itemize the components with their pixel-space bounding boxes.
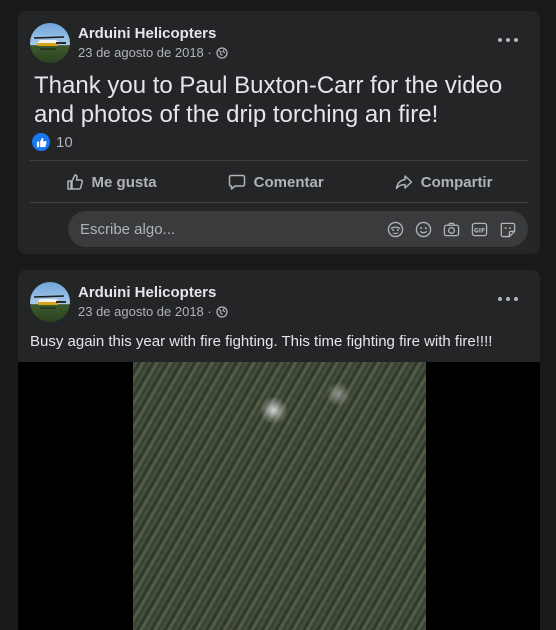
post-text: Busy again this year with fire fighting.… <box>30 333 493 350</box>
comment-button[interactable]: Comentar <box>212 167 340 197</box>
like-button[interactable]: Me gusta <box>50 167 173 197</box>
comment-placeholder: Escribe algo... <box>80 220 176 238</box>
more-options-icon[interactable] <box>498 294 518 304</box>
post-header: Arduini Helicopters 23 de agosto de 2018… <box>30 282 528 322</box>
page-avatar[interactable] <box>30 282 70 322</box>
post-date[interactable]: 23 de agosto de 2018 · <box>78 304 212 319</box>
post-text: Thank you to Paul Buxton-Carr for the vi… <box>34 72 503 128</box>
post-meta: 23 de agosto de 2018 · <box>78 45 228 60</box>
more-options-icon[interactable] <box>498 35 518 45</box>
globe-icon <box>216 46 228 59</box>
sticker-icon[interactable] <box>498 220 516 238</box>
helicopter-icon <box>33 36 66 50</box>
divider <box>30 160 528 161</box>
comment-composer: Escribe algo... GIF <box>68 211 528 247</box>
post-card: Arduini Helicopters 23 de agosto de 2018… <box>18 11 540 254</box>
emoji-icon[interactable] <box>414 220 432 238</box>
author-name[interactable]: Arduini Helicopters <box>78 284 216 301</box>
post-actions: Me gusta Comentar Compartir <box>30 162 528 202</box>
reactions-summary[interactable]: 10 <box>32 133 73 151</box>
share-arrow-icon <box>395 175 413 190</box>
comment-tools: GIF <box>386 220 516 238</box>
speech-bubble-icon <box>228 174 245 190</box>
share-button[interactable]: Compartir <box>379 167 509 197</box>
helicopter-icon <box>33 295 66 309</box>
share-label: Compartir <box>420 173 493 191</box>
video-player[interactable] <box>18 362 540 630</box>
like-label: Me gusta <box>91 173 157 191</box>
thumbs-up-icon <box>66 174 83 190</box>
svg-text:GIF: GIF <box>473 227 485 234</box>
post-meta: 23 de agosto de 2018 · <box>78 304 228 319</box>
avatar-sticker-icon[interactable] <box>386 220 404 238</box>
comment-input[interactable]: Escribe algo... GIF <box>68 211 528 247</box>
page-avatar[interactable] <box>30 23 70 63</box>
globe-icon <box>216 305 228 318</box>
camera-icon[interactable] <box>442 220 460 238</box>
author-name[interactable]: Arduini Helicopters <box>78 25 216 42</box>
reaction-count: 10 <box>56 133 73 151</box>
post-card: Arduini Helicopters 23 de agosto de 2018… <box>18 270 540 630</box>
divider <box>30 202 528 203</box>
gif-icon[interactable]: GIF <box>470 220 488 238</box>
comment-label: Comentar <box>253 173 324 191</box>
post-header: Arduini Helicopters 23 de agosto de 2018… <box>30 23 528 63</box>
aerial-forest-video-frame <box>133 362 426 630</box>
like-reaction-icon <box>32 133 50 151</box>
post-date[interactable]: 23 de agosto de 2018 · <box>78 45 212 60</box>
